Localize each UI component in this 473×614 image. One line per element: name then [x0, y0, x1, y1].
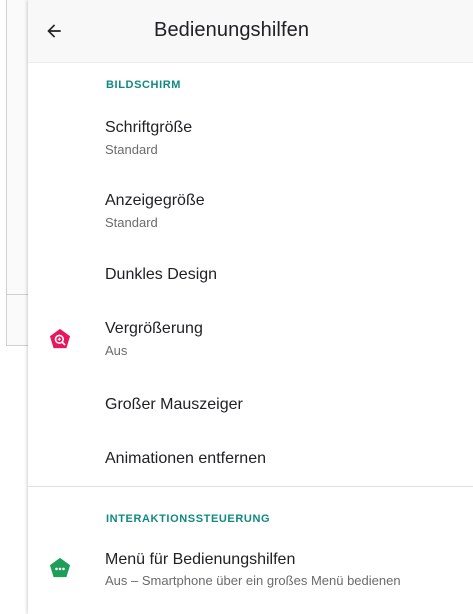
magnification-title: Vergrößerung [105, 320, 203, 337]
font-size-value: Standard [105, 142, 158, 157]
magnification-value: Aus [105, 343, 128, 358]
page-title: Bedienungshilfen [154, 19, 310, 41]
font-size-item[interactable]: Schriftgröße Standard [28, 104, 473, 168]
font-size-title: Schriftgröße [105, 119, 193, 136]
back-button[interactable] [36, 13, 72, 49]
display-size-value: Standard [105, 215, 158, 230]
large-mouse-pointer-title: Großer Mauszeiger [105, 396, 243, 413]
magnification-icon [49, 328, 71, 349]
dark-theme-item[interactable]: Dunkles Design [28, 251, 473, 299]
remove-animations-item[interactable]: Animationen entfernen [28, 435, 473, 483]
accessibility-menu-icon [49, 557, 71, 578]
accessibility-menu-title: Menü für Bedienungshilfen [105, 551, 296, 568]
arrow-back-icon [47, 24, 61, 38]
remove-animations-title: Animationen entfernen [105, 450, 266, 467]
display-size-title: Anzeigegröße [105, 192, 205, 209]
dark-theme-title: Dunkles Design [105, 266, 218, 283]
accessibility-menu-value: Aus – Smartphone über ein großes Menü be… [105, 573, 401, 588]
magnification-item[interactable]: Vergrößerung Aus [28, 304, 473, 368]
large-mouse-pointer-item[interactable]: Großer Mauszeiger [28, 380, 473, 428]
section-header-display: BILDSCHIRM [106, 79, 182, 91]
app-bar: Bedienungshilfen [28, 0, 473, 63]
accessibility-menu-item[interactable]: Menü für Bedienungshilfen Aus – Smartpho… [28, 538, 473, 602]
accessibility-settings-panel: Bedienungshilfen BILDSCHIRM Schriftgröße… [28, 0, 473, 614]
section-header-interaction: INTERAKTIONSSTEUERUNG [106, 513, 271, 525]
display-size-item[interactable]: Anzeigegröße Standard [28, 177, 473, 241]
section-divider [28, 486, 473, 487]
